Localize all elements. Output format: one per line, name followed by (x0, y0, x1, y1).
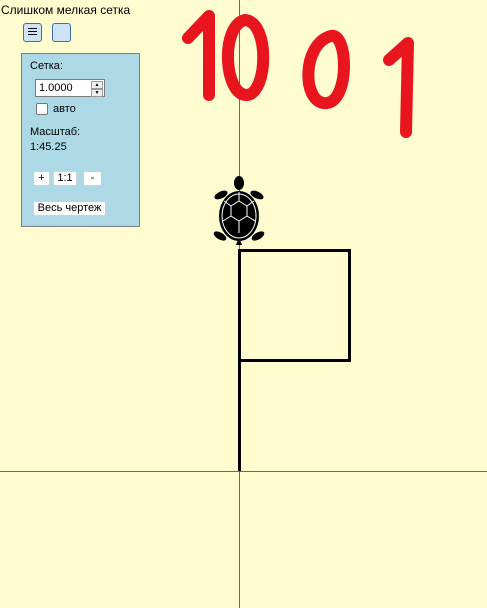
toggle-panel-button[interactable] (52, 23, 71, 42)
hamburger-icon (28, 28, 37, 37)
auto-checkbox[interactable] (36, 103, 48, 115)
menu-button[interactable] (23, 23, 42, 42)
handwritten-annotation (182, 10, 414, 138)
grid-label: Сетка: (30, 60, 63, 72)
zoom-reset-button[interactable]: 1:1 (53, 171, 77, 186)
turtle-path (238, 249, 351, 471)
auto-label: авто (53, 103, 76, 115)
turtle-icon (213, 176, 265, 245)
spin-down-button[interactable]: ▼ (91, 89, 103, 97)
zoom-in-button[interactable]: + (33, 171, 50, 186)
spinner-buttons: ▲ ▼ (91, 81, 103, 97)
grid-spinner[interactable]: ▲ ▼ (35, 79, 105, 97)
zoom-out-button[interactable]: - (83, 171, 102, 186)
grid-input[interactable] (39, 81, 89, 95)
view-panel: Сетка: ▲ ▼ авто Масштаб: 1:45.25 + 1:1 -… (21, 53, 140, 227)
grid-warning: Слишком мелкая сетка (1, 3, 131, 17)
scale-value: 1:45.25 (30, 141, 67, 153)
spin-up-button[interactable]: ▲ (91, 81, 103, 89)
scale-label: Масштаб: (30, 126, 81, 138)
fit-drawing-button[interactable]: Весь чертеж (33, 201, 106, 216)
